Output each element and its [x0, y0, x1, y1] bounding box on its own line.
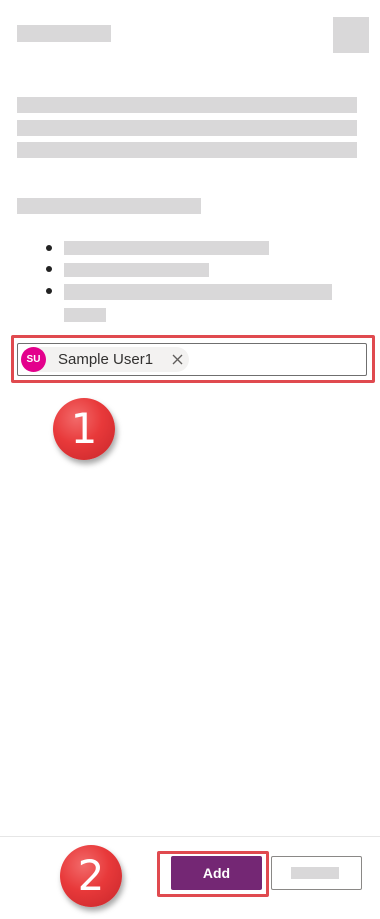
- bullet-icon: [46, 245, 52, 251]
- list-item: [64, 241, 269, 255]
- panel-title: [17, 25, 111, 42]
- list-item-continuation: [64, 308, 106, 322]
- step-1-callout: 1: [53, 398, 115, 460]
- description-line: [17, 142, 357, 158]
- description-line: [17, 120, 357, 136]
- section-heading: [17, 198, 201, 214]
- add-button[interactable]: Add: [171, 856, 262, 890]
- list-item: [64, 284, 332, 300]
- cancel-button[interactable]: [271, 856, 362, 890]
- people-picker-input[interactable]: SU Sample User1: [17, 343, 367, 376]
- bullet-icon: [46, 266, 52, 272]
- step-2-callout: 2: [60, 845, 122, 907]
- cancel-button-label: [291, 867, 339, 879]
- footer-divider: [0, 836, 380, 837]
- bullet-icon: [46, 288, 52, 294]
- selected-user-chip[interactable]: SU Sample User1: [21, 347, 189, 372]
- panel-close-button[interactable]: [333, 17, 369, 53]
- selected-user-name: Sample User1: [58, 351, 154, 368]
- description-line: [17, 97, 357, 113]
- avatar: SU: [21, 347, 46, 372]
- close-icon[interactable]: [169, 351, 186, 368]
- list-item: [64, 263, 209, 277]
